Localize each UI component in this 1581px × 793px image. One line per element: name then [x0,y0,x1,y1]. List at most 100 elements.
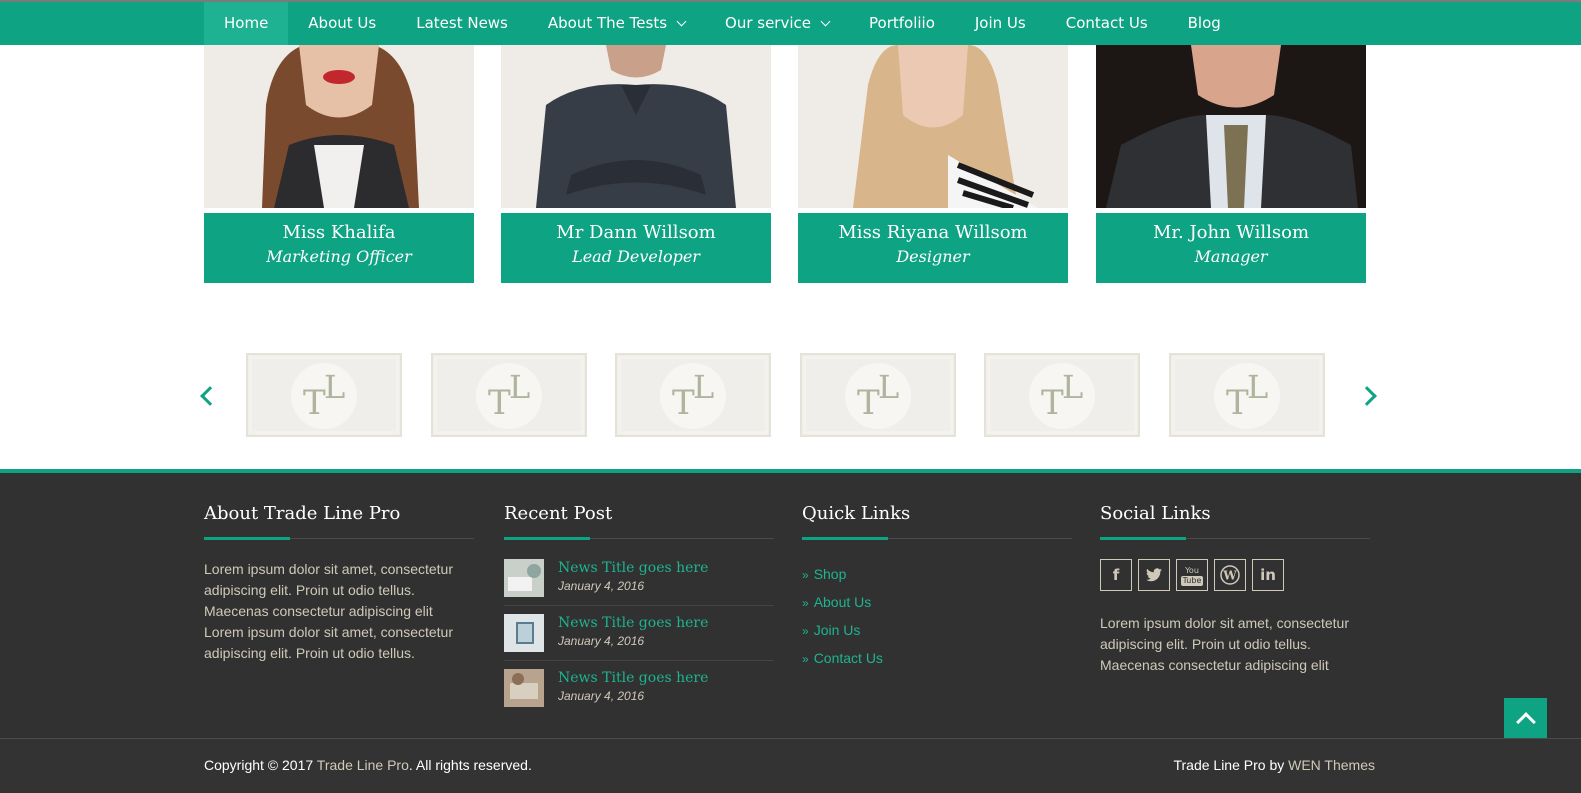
footer-quick-links-title: Quick Links [802,503,1072,540]
logo-letter: T [857,383,880,423]
youtube-icon[interactable]: You Tube [1176,559,1208,591]
nav-label: Our service [725,14,811,32]
team-card: Miss Riyana Willsom Designer [798,45,1068,283]
footer-recent-column: Recent Post News Title goes here January… [504,503,774,715]
client-logo[interactable]: TL [1169,353,1325,437]
linkedin-icon[interactable]: in [1252,559,1284,591]
team-member-role: Marketing Officer [266,247,412,266]
logo-letter: T [488,383,511,423]
team-section: Miss Khalifa Marketing Officer Mr Dann W… [204,45,1376,285]
client-logo[interactable]: TL [246,353,402,437]
logo-letter: L [693,368,715,406]
theme-credit: Trade Line Pro by WEN Themes [1173,757,1375,773]
nav-label: Contact Us [1065,14,1148,32]
client-logo[interactable]: TL [984,353,1140,437]
team-info: Mr Dann Willsom Lead Developer [501,213,771,283]
team-card: Mr Dann Willsom Lead Developer [501,45,771,283]
logo-letter: L [878,368,900,406]
recent-post-list: News Title goes here January 4, 2016 New… [504,551,774,715]
post-date: January 4, 2016 [558,579,645,593]
credit-prefix: Trade Line Pro by [1173,757,1289,773]
theme-author-link[interactable]: WEN Themes [1288,757,1375,773]
client-logo[interactable]: TL [431,353,587,437]
post-thumbnail[interactable] [504,669,544,707]
copyright-prefix: Copyright © 2017 [204,757,317,773]
team-card: Mr. John Willsom Manager [1096,45,1366,283]
quick-link-label: Join Us [813,622,861,638]
client-logo[interactable]: TL [615,353,771,437]
site-footer: About Trade Line Pro Lorem ipsum dolor s… [0,469,1581,738]
double-chevron-right-icon: » [802,568,809,582]
quick-link-about-us[interactable]: » About Us [802,589,1072,617]
team-member-role: Designer [896,247,970,266]
team-member-role: Lead Developer [572,247,700,266]
nav-item-about-the-tests[interactable]: About The Tests [528,2,705,45]
nav-item-about-us[interactable]: About Us [288,2,396,45]
team-member-name: Miss Khalifa [282,222,396,243]
post-title-link[interactable]: News Title goes here [558,559,708,577]
quick-link-label: About Us [813,594,872,610]
team-card: Miss Khalifa Marketing Officer [204,45,474,283]
logo-letter: T [1041,383,1064,423]
nav-label: Portfoliio [869,14,935,32]
quick-link-contact-us[interactable]: » Contact Us [802,645,1072,673]
nav-item-blog[interactable]: Blog [1168,2,1241,45]
nav-item-latest-news[interactable]: Latest News [396,2,528,45]
chevron-down-icon [820,16,831,27]
team-member-name: Mr. John Willsom [1152,222,1310,243]
twitter-icon[interactable] [1138,559,1170,591]
nav-item-home[interactable]: Home [204,2,289,45]
recent-post[interactable]: News Title goes here January 4, 2016 [504,551,774,606]
double-chevron-right-icon: » [802,596,809,610]
team-member-role: Manager [1194,247,1268,266]
facebook-icon[interactable]: f [1100,559,1132,591]
team-photo [501,45,771,208]
social-links: f You Tube W in [1100,559,1370,591]
footer-social-title: Social Links [1100,503,1370,540]
chevron-down-icon [676,16,687,27]
team-info: Miss Riyana Willsom Designer [798,213,1068,283]
nav-item-portfolio[interactable]: Portfoliio [849,2,955,45]
nav-label: Latest News [416,14,508,32]
nav-label: About Us [308,14,377,32]
nav-item-join-us[interactable]: Join Us [955,2,1046,45]
nav-item-contact-us[interactable]: Contact Us [1046,2,1168,45]
team-info: Mr. John Willsom Manager [1096,213,1366,283]
site-name-link[interactable]: Trade Line Pro [317,757,409,773]
logo-letter: T [1226,383,1249,423]
team-info: Miss Khalifa Marketing Officer [204,213,474,283]
footer-quick-links-column: Quick Links » Shop » About Us » Join Us » Co… [802,503,1072,673]
post-thumbnail[interactable] [504,559,544,597]
double-chevron-right-icon: » [802,624,809,638]
logo-letter: T [672,383,695,423]
client-logo[interactable]: TL [800,353,956,437]
wordpress-icon[interactable]: W [1214,559,1246,591]
back-to-top-button[interactable] [1504,698,1547,741]
post-title-link[interactable]: News Title goes here [558,614,708,632]
team-photo [798,45,1068,208]
quick-link-shop[interactable]: » Shop [802,561,1072,589]
recent-post[interactable]: News Title goes here January 4, 2016 [504,606,774,661]
team-photo [1096,45,1366,208]
logo-letter: L [509,368,531,406]
double-chevron-right-icon: » [802,652,809,666]
post-title-link[interactable]: News Title goes here [558,669,708,687]
footer-recent-title: Recent Post [504,503,774,540]
svg-text:W: W [1222,569,1237,583]
copyright-suffix: . All rights reserved. [408,757,532,773]
post-date: January 4, 2016 [558,634,645,648]
nav-label: Join Us [974,14,1026,32]
client-logo-carousel: TL TL TL TL TL TL [195,353,1385,439]
logo-letter: T [303,383,326,423]
carousel-prev-arrow-icon[interactable] [195,381,220,411]
post-thumbnail[interactable] [504,614,544,652]
nav-menu: Home About Us Latest News About The Test… [204,2,1241,45]
footer-about-column: About Trade Line Pro Lorem ipsum dolor s… [204,503,474,664]
nav-item-our-service[interactable]: Our service [705,2,849,45]
team-member-name: Miss Riyana Willsom [838,222,1028,243]
footer-about-text: Lorem ipsum dolor sit amet, consectetur … [204,561,453,661]
carousel-next-arrow-icon[interactable] [1357,381,1382,411]
quick-link-label: Contact Us [813,650,883,666]
quick-link-join-us[interactable]: » Join Us [802,617,1072,645]
recent-post[interactable]: News Title goes here January 4, 2016 [504,661,774,715]
